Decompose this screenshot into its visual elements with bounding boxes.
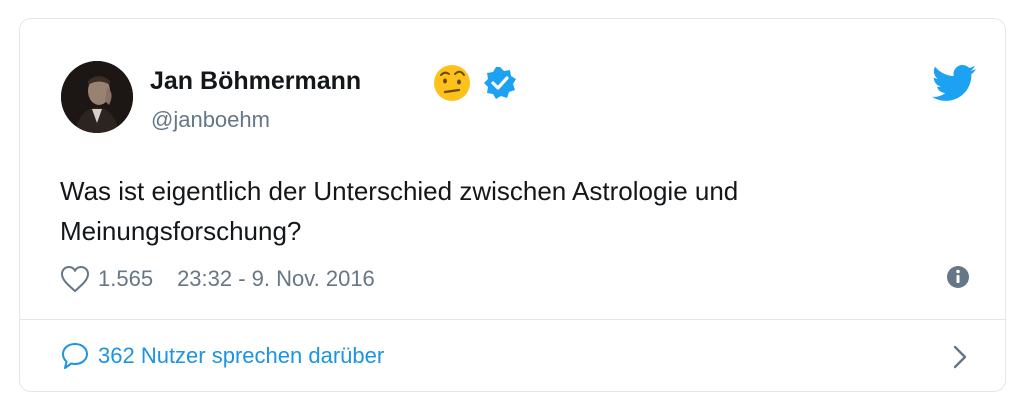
- tweet-card: Jan Böhmermann @janboehm Was ist eigentl…: [19, 18, 1006, 392]
- tweet-meta: 1.565 23:32 - 9. Nov. 2016: [60, 263, 375, 295]
- heart-icon[interactable]: [60, 265, 90, 293]
- author-handle[interactable]: @janboehm: [151, 107, 270, 133]
- info-icon[interactable]: [946, 265, 970, 289]
- speech-bubble-icon: [62, 343, 88, 369]
- face-with-raised-eyebrow-icon: [434, 65, 470, 101]
- chevron-right-icon[interactable]: [950, 343, 970, 371]
- discussion-link[interactable]: 362 Nutzer sprechen darüber: [60, 339, 384, 373]
- like-count[interactable]: 1.565: [98, 266, 153, 292]
- twitter-bird-icon[interactable]: [932, 65, 976, 101]
- tweet-timestamp[interactable]: 23:32 - 9. Nov. 2016: [177, 266, 375, 292]
- tweet-text: Was ist eigentlich der Unterschied zwisc…: [60, 176, 739, 246]
- discussion-label[interactable]: 362 Nutzer sprechen darüber: [98, 343, 384, 369]
- divider: [20, 319, 1005, 320]
- verified-badge-icon: [484, 67, 516, 99]
- author-name[interactable]: Jan Böhmermann: [150, 67, 361, 96]
- avatar[interactable]: [61, 61, 133, 133]
